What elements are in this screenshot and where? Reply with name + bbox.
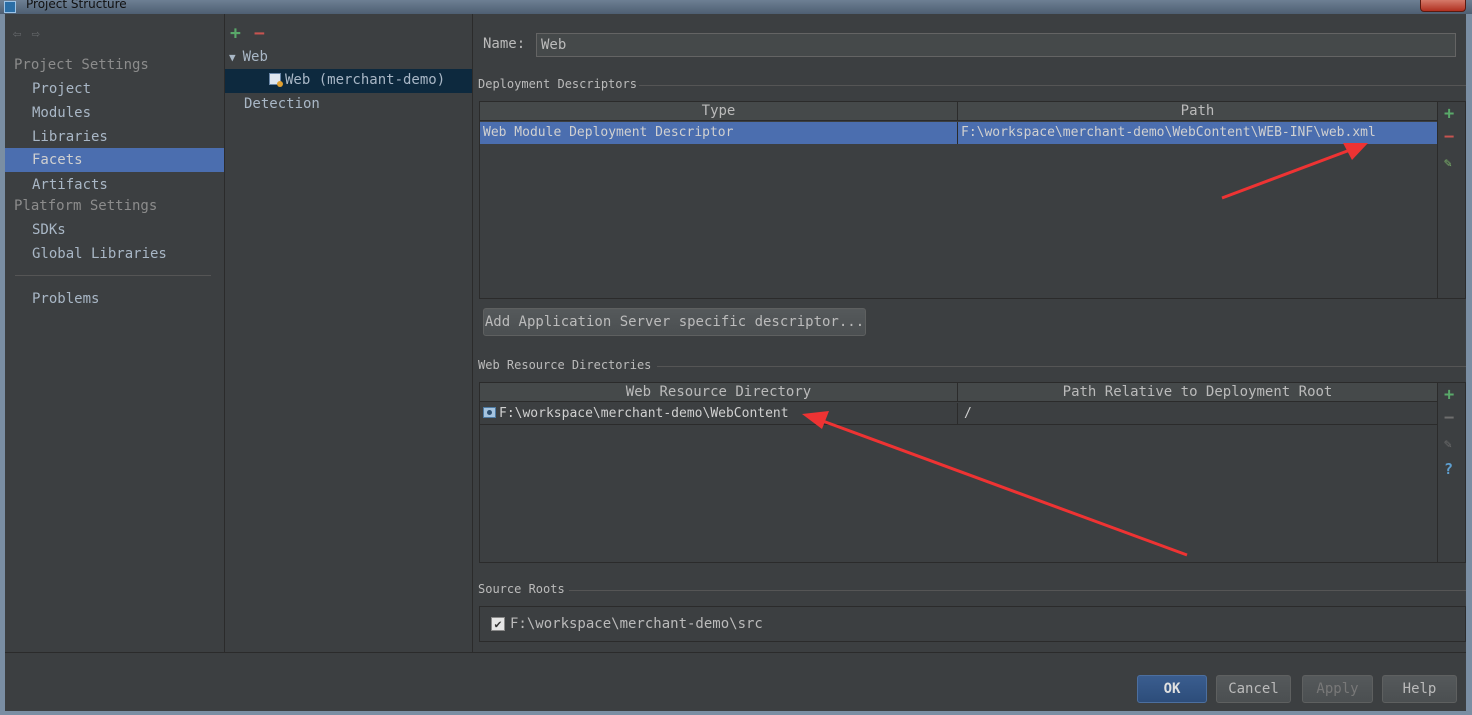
tree-node-web-label: Web (242, 49, 268, 65)
name-label: Name: (483, 36, 526, 52)
section-divider (657, 366, 1466, 367)
section-divider (639, 85, 1466, 86)
settings-nav: ⇦ ⇨ Project Settings Project Modules Libr… (5, 14, 225, 652)
tree-node-child-label: Web (merchant-demo) (285, 72, 446, 88)
resource-directory-path: F:\workspace\merchant-demo\WebContent (499, 406, 789, 421)
apply-button[interactable]: Apply (1302, 675, 1373, 703)
remove-resource-directory-icon[interactable]: − (1444, 408, 1454, 428)
column-header-path[interactable]: Path (958, 102, 1437, 121)
add-facet-icon[interactable]: + (230, 23, 241, 44)
source-roots-list: ✔ F:\workspace\merchant-demo\src (479, 606, 1466, 642)
nav-history: ⇦ ⇨ (13, 26, 50, 42)
add-resource-directory-icon[interactable]: + (1444, 385, 1454, 405)
column-header-web-resource-directory[interactable]: Web Resource Directory (480, 383, 958, 402)
table-header: Web Resource Directory Path Relative to … (480, 383, 1437, 402)
remove-facet-icon[interactable]: − (254, 23, 265, 44)
column-header-relative-path[interactable]: Path Relative to Deployment Root (958, 383, 1437, 402)
tree-node-detection[interactable]: Detection (244, 96, 320, 112)
ok-button[interactable]: OK (1137, 675, 1207, 703)
nav-item-modules[interactable]: Modules (5, 101, 224, 125)
nav-item-project[interactable]: Project (5, 77, 224, 101)
facets-tree-panel: + − ▼ Web Web (merchant-demo) Detection (225, 14, 473, 652)
edit-descriptor-icon[interactable]: ✎ (1444, 156, 1452, 171)
table-row[interactable]: Web Module Deployment Descriptor F:\work… (480, 122, 1437, 144)
help-button[interactable]: Help (1382, 675, 1457, 703)
descriptors-toolbar: + − ✎ (1438, 101, 1466, 299)
deployment-descriptors-title: Deployment Descriptors (478, 77, 637, 91)
relative-path-cell: / (964, 406, 972, 421)
nav-separator (15, 275, 211, 276)
dialog-button-bar: OK Cancel Apply Help (5, 652, 1466, 711)
web-resource-directories-title: Web Resource Directories (478, 358, 652, 372)
help-icon[interactable]: ? (1444, 460, 1453, 478)
tree-node-web-merchant-demo[interactable]: Web (merchant-demo) (269, 72, 445, 88)
nav-item-sdks[interactable]: SDKs (5, 218, 224, 242)
nav-item-libraries[interactable]: Libraries (5, 125, 224, 149)
back-arrow-icon[interactable]: ⇦ (13, 26, 21, 42)
resource-directories-toolbar: + − ✎ ? (1438, 382, 1466, 563)
add-descriptor-icon[interactable]: + (1444, 104, 1454, 124)
table-row[interactable]: F:\workspace\merchant-demo\WebContent / (480, 403, 1437, 425)
facet-settings-panel: Name: Deployment Descriptors Type Path W… (474, 14, 1466, 652)
deployment-descriptors-table[interactable]: Type Path Web Module Deployment Descript… (479, 101, 1438, 299)
descriptor-type-cell: Web Module Deployment Descriptor (480, 122, 958, 144)
title-bar: Project Structure (0, 0, 1472, 14)
web-facet-icon (269, 73, 283, 87)
descriptor-path-cell: F:\workspace\merchant-demo\WebContent\WE… (961, 125, 1376, 140)
web-resource-directories-table[interactable]: Web Resource Directory Path Relative to … (479, 382, 1438, 563)
nav-item-facets[interactable]: Facets (5, 148, 224, 172)
resource-directory-cell: F:\workspace\merchant-demo\WebContent (480, 403, 958, 425)
window-close-button[interactable] (1420, 0, 1466, 12)
nav-item-global-libraries[interactable]: Global Libraries (5, 242, 224, 266)
window-frame-right (1466, 14, 1472, 715)
web-folder-icon (483, 407, 496, 418)
nav-item-artifacts[interactable]: Artifacts (5, 173, 224, 197)
section-divider (569, 590, 1466, 591)
nav-item-problems[interactable]: Problems (5, 287, 224, 311)
intellij-logo-icon (4, 1, 16, 13)
table-header: Type Path (480, 102, 1437, 121)
tree-node-web[interactable]: ▼ Web (229, 49, 268, 65)
platform-settings-header: Platform Settings (14, 198, 158, 214)
forward-arrow-icon[interactable]: ⇨ (31, 26, 39, 42)
window-frame-bottom (0, 711, 1472, 715)
edit-resource-directory-icon[interactable]: ✎ (1444, 437, 1452, 452)
source-roots-title: Source Roots (478, 582, 565, 596)
cancel-button[interactable]: Cancel (1216, 675, 1291, 703)
facet-name-input[interactable] (536, 33, 1456, 57)
project-settings-header: Project Settings (14, 57, 149, 73)
column-header-type[interactable]: Type (480, 102, 958, 121)
remove-descriptor-icon[interactable]: − (1444, 127, 1454, 147)
add-server-descriptor-button[interactable]: Add Application Server specific descript… (483, 308, 866, 336)
source-root-checkbox[interactable]: ✔ (491, 617, 505, 631)
source-root-path: F:\workspace\merchant-demo\src (510, 616, 763, 632)
expand-triangle-icon[interactable]: ▼ (229, 51, 236, 64)
window-title: Project Structure (26, 0, 127, 11)
